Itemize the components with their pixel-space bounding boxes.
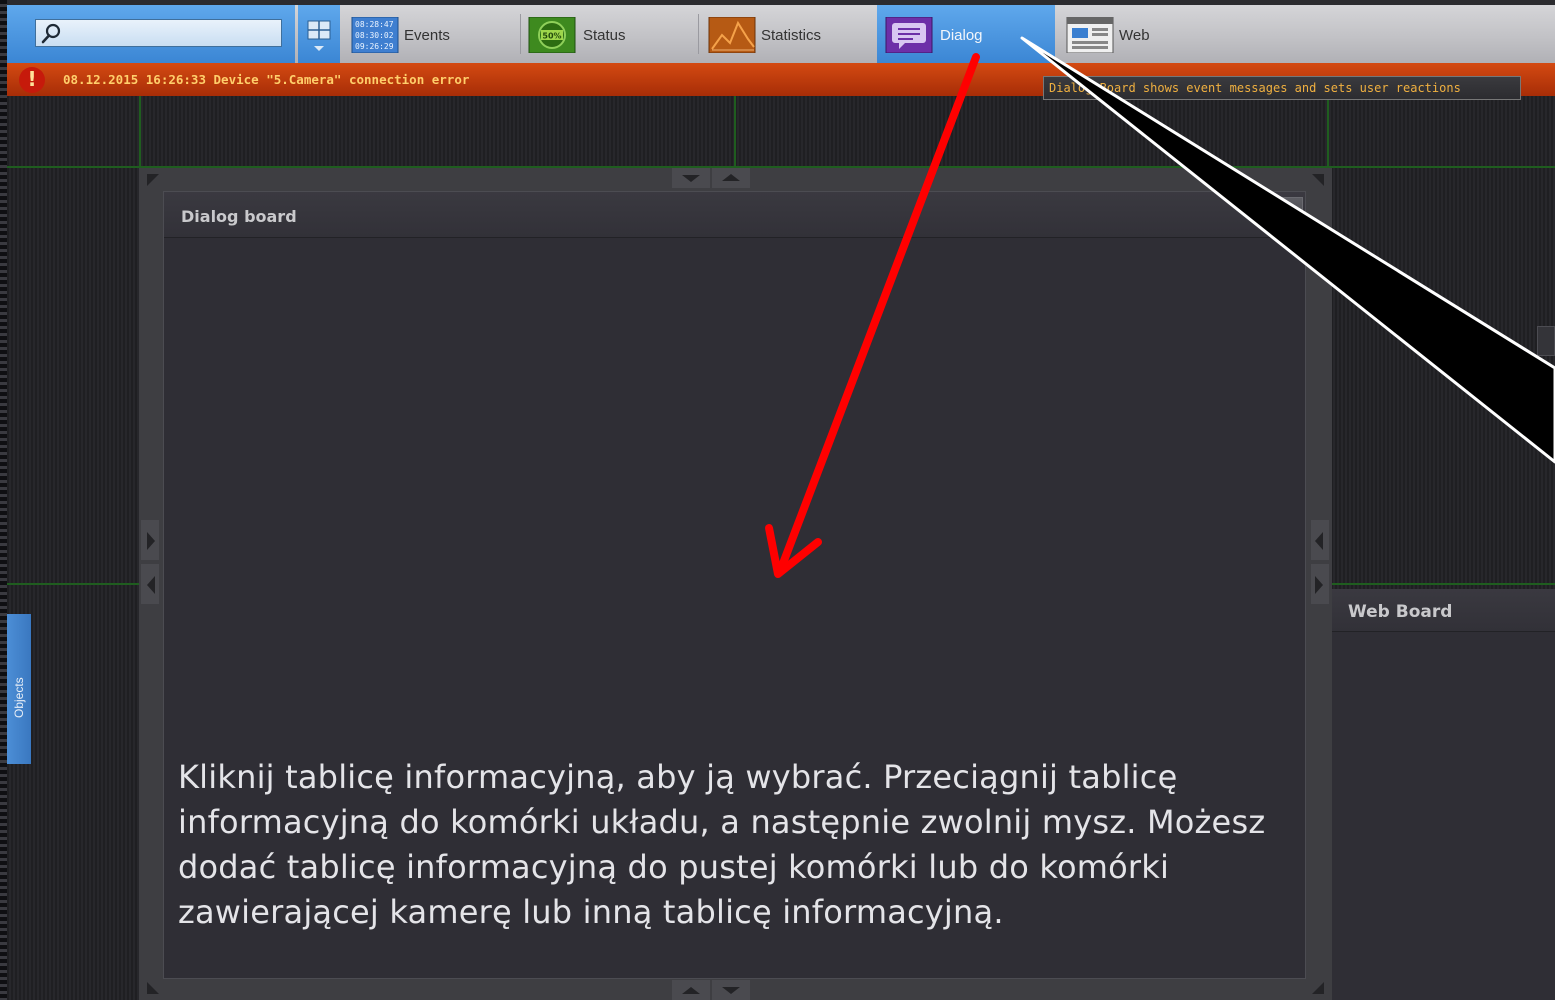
tab-status[interactable]: 50% Status — [524, 5, 696, 63]
status-percent: 50% — [542, 32, 561, 41]
tab-status-label: Status — [583, 27, 626, 44]
pencil-icon — [1280, 205, 1296, 221]
events-time-3: 09:26:29 — [355, 42, 394, 51]
search-icon[interactable] — [40, 23, 62, 45]
events-clock-icon: 08:28:47 08:30:02 09:26:29 — [351, 17, 399, 53]
statistics-chart-icon — [708, 17, 756, 53]
events-time-1: 08:28:47 — [355, 20, 394, 29]
web-board[interactable]: Web Board — [1332, 589, 1555, 1000]
resize-corner-tr — [1312, 174, 1324, 186]
objects-tab-label: Objects — [12, 677, 26, 718]
resize-corner-br — [1312, 982, 1324, 994]
web-board-title: Web Board — [1348, 602, 1453, 622]
dialog-board-title: Dialog board — [181, 207, 297, 226]
resize-corner-bl — [147, 982, 159, 994]
film-strip-edge — [0, 0, 7, 1000]
instruction-caption: Kliknij tablicę informacyjną, aby ją wyb… — [178, 758, 1266, 931]
tab-statistics[interactable]: Statistics — [702, 5, 874, 63]
tab-dialog-label: Dialog — [940, 27, 983, 44]
tab-events-label: Events — [404, 27, 450, 44]
alarm-message[interactable]: 08.12.2015 16:26:33 Device "5.Camera" co… — [63, 72, 469, 87]
web-board-icon — [1066, 17, 1114, 53]
toolbar-divider — [698, 14, 699, 54]
tab-web-label: Web — [1119, 27, 1150, 44]
tooltip: Dialog Board shows event messages and se… — [1043, 76, 1521, 100]
alert-icon: ! — [19, 67, 45, 93]
search-input[interactable] — [35, 19, 282, 47]
tab-events[interactable]: 08:28:47 08:30:02 09:26:29 Events — [345, 5, 517, 63]
tab-dialog[interactable]: Dialog — [877, 5, 1055, 63]
grid-line — [7, 583, 141, 585]
layout-grid-icon — [307, 20, 331, 51]
dialog-board-header[interactable]: Dialog board — [164, 192, 1305, 238]
cell-handle[interactable] — [1537, 326, 1555, 356]
grid-line — [734, 96, 736, 168]
layout-select-button[interactable] — [298, 5, 340, 63]
web-board-header[interactable]: Web Board — [1332, 589, 1555, 632]
events-time-2: 08:30:02 — [355, 31, 394, 40]
tab-statistics-label: Statistics — [761, 27, 822, 44]
resize-corner-tl — [147, 174, 159, 186]
grid-line — [1327, 583, 1555, 585]
chevron-down-icon — [314, 46, 324, 51]
status-50-icon: 50% — [528, 17, 576, 53]
toolbar-divider — [520, 14, 521, 54]
dialog-board[interactable]: Dialog board Kliknij tablicę informacyjn… — [163, 191, 1306, 979]
edit-button[interactable] — [1273, 197, 1303, 227]
dialog-board-icon — [885, 17, 933, 53]
tab-web[interactable]: Web — [1060, 5, 1232, 63]
